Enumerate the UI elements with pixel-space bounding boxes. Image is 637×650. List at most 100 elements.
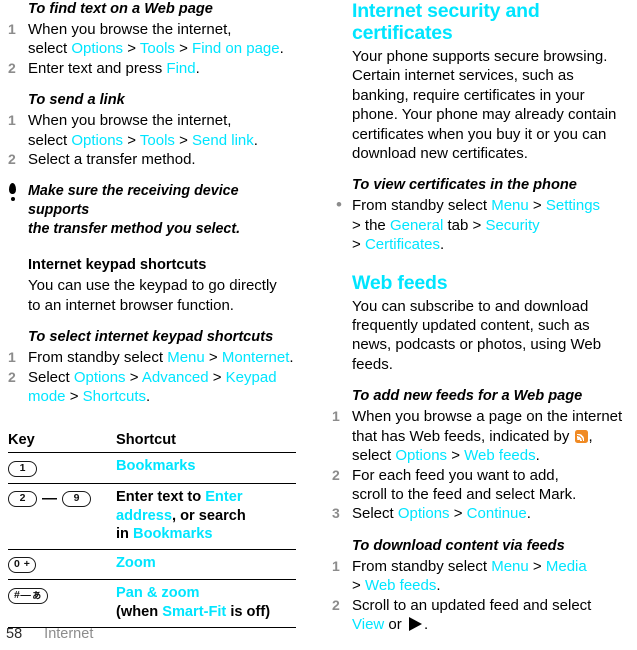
- text-run: scroll to the feed and select Mark.: [352, 485, 577, 503]
- text-run: in: [116, 526, 134, 543]
- heading-to-select-keypad-shortcuts: To select internet keypad shortcuts: [28, 329, 274, 346]
- ui-term: Options: [395, 447, 448, 465]
- text-run: , or search: [171, 507, 246, 524]
- ui-term: address: [116, 507, 172, 524]
- footer-section-label: Internet: [44, 626, 94, 642]
- text-run: >: [125, 368, 142, 386]
- table-header-row: Key Shortcut: [8, 430, 296, 454]
- step-text: From standby select Menu > Media > Web fe…: [352, 558, 587, 594]
- step-number: 2: [332, 596, 340, 613]
- body-line: frequently updated content, such as: [352, 317, 590, 335]
- step-number: 1: [8, 112, 16, 129]
- text-run: When you browse the internet,: [28, 21, 232, 38]
- ui-term: Options: [71, 131, 124, 149]
- table-row: #—ぁ Pan & zoom (when Smart-Fit is off): [8, 579, 296, 628]
- step-text: Select Options > Advanced > Keypad mode >…: [28, 369, 277, 405]
- tip-exclamation-icon: [8, 183, 17, 203]
- shortcut-cell: Pan & zoom (when Smart-Fit is off): [116, 579, 296, 628]
- text-run: ,: [588, 427, 593, 445]
- table-row: 2 — 9 Enter text to Enter address, or searc…: [8, 483, 296, 550]
- text-run: Enter text and press: [28, 59, 167, 77]
- text-run: that has Web feeds, indicated by: [352, 427, 574, 445]
- ui-term: Find on page: [192, 40, 280, 58]
- bullet-marker: •: [336, 195, 342, 215]
- text-run: >: [123, 131, 140, 149]
- heading-to-view-certificates: To view certificates in the phone: [352, 177, 577, 194]
- step: 1 From standby select Menu > Monternet.: [2, 348, 300, 367]
- shortcut-cell: Enter text to Enter address, or search in …: [116, 483, 296, 550]
- text-run: .: [436, 577, 441, 595]
- step-number: 2: [8, 59, 16, 76]
- text-run: >: [449, 505, 467, 523]
- step-text: When you browse the internet, select Opti…: [28, 112, 258, 148]
- heading-to-send-a-link: To send a link: [28, 92, 125, 109]
- text-run: (when: [116, 604, 163, 621]
- manual-page: To find text on a Web page 1 When you br…: [0, 0, 637, 650]
- step-text: From standby select Menu > Monternet.: [28, 349, 294, 366]
- text-run: >: [174, 131, 193, 149]
- ui-term: mode: [28, 388, 66, 406]
- table-row: 0 + Zoom: [8, 549, 296, 581]
- step: 2 For each feed you want to add, scroll t…: [326, 466, 629, 505]
- text-run: >: [204, 349, 222, 367]
- text-run: .: [526, 505, 531, 523]
- text-run: From standby select: [352, 197, 492, 215]
- step-text: Select a transfer method.: [28, 151, 196, 168]
- ui-term: Options: [73, 368, 126, 386]
- table-row: 1 Bookmarks: [8, 452, 296, 485]
- key-cell: 0 +: [8, 549, 116, 581]
- ui-term: Monternet: [221, 349, 290, 367]
- text-run: From standby select: [352, 557, 492, 575]
- body-line: phone. Your phone may already contain: [352, 106, 617, 124]
- two-column-body: To find text on a Web page 1 When you br…: [0, 0, 637, 633]
- text-run: .: [439, 236, 445, 254]
- rss-feed-icon: [574, 429, 588, 443]
- text-run: Select: [352, 505, 398, 523]
- note-line-1: Make sure the receiving device supports: [28, 183, 239, 219]
- heading-web-feeds: Web feeds: [352, 271, 448, 294]
- key-cell: 1: [8, 452, 116, 485]
- web-feeds-body: You can subscribe to and download frequen…: [326, 297, 629, 375]
- step-number: 1: [8, 349, 16, 366]
- ui-term: Menu: [491, 197, 529, 215]
- step: 2 Select Options > Advanced > Keypad mode…: [2, 368, 300, 407]
- text-run: is off): [226, 604, 271, 621]
- ui-term: Zoom: [116, 554, 156, 571]
- text-run: .: [253, 131, 258, 149]
- step: 1 From standby select Menu > Media > Web …: [326, 557, 629, 596]
- body-line: You can subscribe to and download: [352, 297, 589, 315]
- text-run: select: [352, 447, 396, 465]
- step-number: 1: [332, 408, 340, 425]
- ui-term: Certificates: [364, 236, 440, 254]
- step: 1 When you browse the internet, select Op…: [2, 20, 300, 59]
- keypad-shortcuts-body: You can use the keypad to go directly to…: [2, 276, 300, 315]
- ui-term: Find: [166, 59, 196, 77]
- keycap-glyph: 0 +: [8, 556, 37, 573]
- keypad-shortcut-table: Key Shortcut 1 Bookmarks 2 — 9 Enter text …: [8, 430, 296, 628]
- text-run: Select a transfer method.: [28, 151, 196, 169]
- ui-term: Pan & zoom: [116, 585, 200, 602]
- heading-to-add-new-feeds: To add new feeds for a Web page: [352, 388, 583, 405]
- text-run: Select: [28, 368, 74, 386]
- bullet-step: • From standby select Menu > Settings > t…: [326, 195, 629, 254]
- ui-term: Shortcuts: [82, 388, 147, 406]
- text-run: >: [208, 368, 226, 386]
- text-run: select: [28, 40, 72, 58]
- step-number: 2: [332, 466, 340, 483]
- text-run: >: [447, 447, 465, 465]
- table-body: 1 Bookmarks 2 — 9 Enter text to Enter addre…: [8, 452, 296, 628]
- ui-term: Menu: [491, 557, 529, 575]
- ui-term: Smart-Fit: [162, 604, 227, 621]
- column-header-key: Key: [8, 430, 116, 454]
- heading-internet-keypad-shortcuts: Internet keypad shortcuts: [28, 257, 207, 274]
- ui-term: Options: [397, 505, 450, 523]
- note-line-2: the transfer method you select.: [28, 221, 241, 238]
- text-run: .: [535, 447, 540, 465]
- ui-term: Menu: [167, 349, 205, 367]
- step-text: When you browse the internet, select Opti…: [28, 21, 284, 57]
- heading-internet-security-and-certificates: Internet security and certificates: [352, 0, 540, 44]
